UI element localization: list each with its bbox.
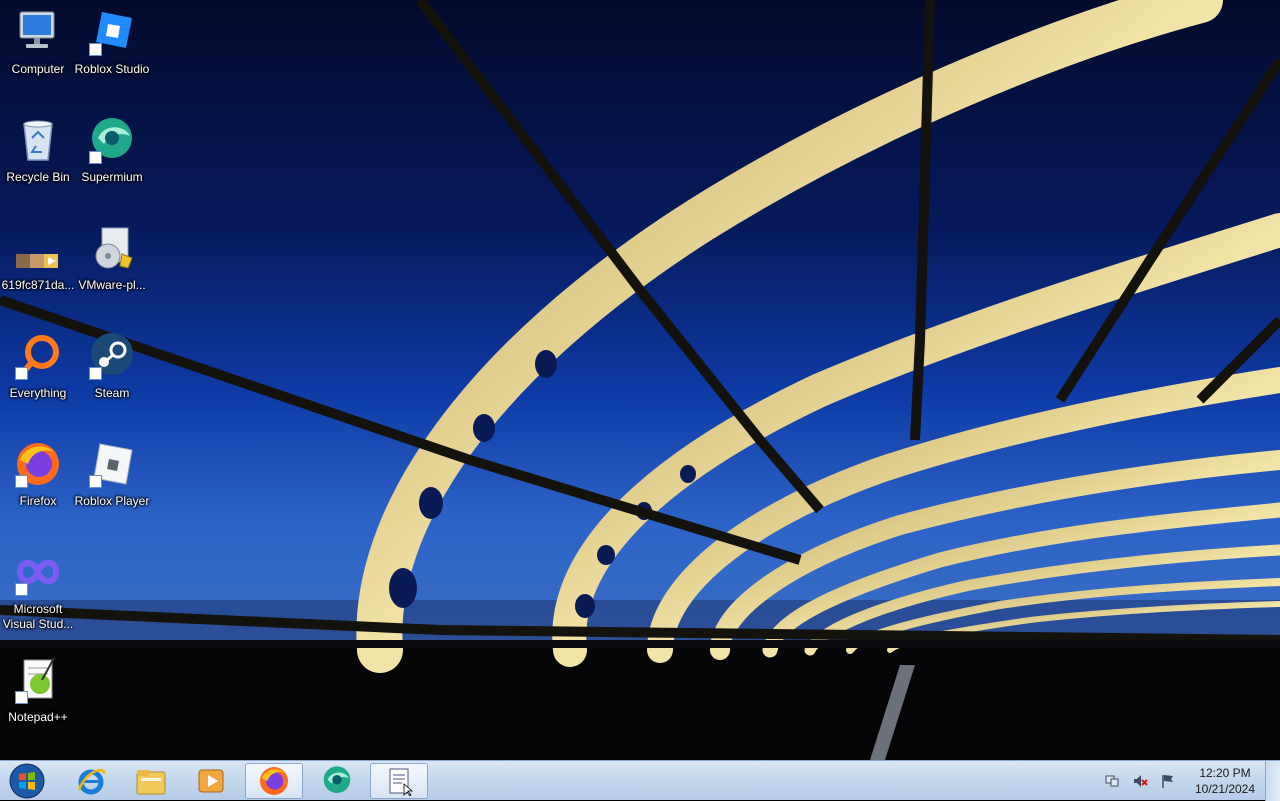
shortcut-arrow-icon [89, 43, 102, 56]
taskbar-notepad-window[interactable] [370, 763, 428, 799]
supermium-icon [323, 766, 351, 793]
video-file-icon [14, 224, 62, 272]
desktop-icon-computer[interactable]: Computer [0, 8, 76, 77]
desktop-icon-recycle-bin[interactable]: Recycle Bin [0, 116, 76, 185]
desktop-icon-label: Supermium [81, 170, 143, 184]
file-explorer-icon [136, 770, 166, 795]
desktop-wallpaper [0, 0, 1280, 768]
desktop-icon-label: Steam [94, 386, 130, 400]
notepad-document-icon [389, 768, 414, 796]
desktop-icon-firefox[interactable]: Firefox [0, 440, 76, 509]
visual-studio-icon [14, 548, 62, 596]
desktop-icon-label: Everything [9, 386, 67, 400]
desktop-icon-steam[interactable]: Steam [74, 332, 150, 401]
installer-icon [88, 224, 136, 272]
taskbar-internet-explorer[interactable] [62, 763, 120, 799]
supermium-icon [88, 116, 136, 164]
desktop-icon-label: Computer [11, 62, 65, 76]
internet-explorer-icon [77, 769, 106, 795]
desktop-icon-label: 619fc871da... [1, 278, 75, 292]
network-icon[interactable] [1104, 773, 1120, 789]
firefox-icon [14, 440, 62, 488]
shortcut-arrow-icon [15, 475, 28, 488]
media-player-icon [198, 769, 224, 793]
desktop-icon-label: Roblox Studio [74, 62, 150, 76]
desktop-icon-label: VMware-pl... [78, 278, 146, 292]
shortcut-arrow-icon [15, 367, 28, 380]
desktop-icon-label: Recycle Bin [6, 170, 70, 184]
shortcut-arrow-icon [15, 583, 28, 596]
clock-date: 10/21/2024 [1194, 782, 1256, 796]
desktop-icon-everything[interactable]: Everything [0, 332, 76, 401]
roblox-player-icon [88, 440, 136, 488]
system-tray: 12:20 PM 10/21/2024 [1098, 761, 1258, 801]
desktop-icon-label: Notepad++ [8, 710, 68, 724]
taskbar-firefox[interactable] [245, 763, 303, 799]
desktop-icon-notepad-plus-plus[interactable]: Notepad++ [0, 656, 76, 725]
action-center-flag-icon[interactable] [1160, 773, 1176, 789]
shortcut-arrow-icon [15, 691, 28, 704]
taskbar: 12:20 PM 10/21/2024 [0, 760, 1280, 801]
recycle-bin-icon [14, 116, 62, 164]
roblox-studio-icon [88, 8, 136, 56]
start-button[interactable] [0, 763, 54, 799]
notepad-plus-plus-icon [14, 656, 62, 704]
taskbar-file-explorer[interactable] [122, 763, 180, 799]
desktop-icon-label: Roblox Player [74, 494, 150, 508]
everything-search-icon [14, 332, 62, 380]
show-desktop-button[interactable] [1265, 761, 1280, 801]
desktop-icon-vmware[interactable]: VMware-pl... [74, 224, 150, 293]
desktop-icon-roblox-player[interactable]: Roblox Player [74, 440, 150, 509]
firefox-icon [260, 767, 288, 795]
desktop-icon-label: Firefox [19, 494, 57, 508]
desktop-icon-label: Microsoft Visual Stud... [2, 602, 74, 631]
desktop-icon-roblox-studio[interactable]: Roblox Studio [74, 8, 150, 77]
desktop-icon-619fc871da[interactable]: 619fc871da... [0, 224, 76, 293]
clock-time: 12:20 PM [1199, 766, 1251, 780]
clock[interactable]: 12:20 PM 10/21/2024 [1192, 765, 1258, 797]
steam-icon [88, 332, 136, 380]
taskbar-supermium[interactable] [308, 763, 366, 799]
windows-orb-icon [9, 763, 45, 799]
computer-icon [14, 8, 62, 56]
desktop-icon-visual-studio[interactable]: Microsoft Visual Stud... [0, 548, 76, 632]
shortcut-arrow-icon [89, 151, 102, 164]
shortcut-arrow-icon [89, 367, 102, 380]
volume-muted-icon[interactable] [1132, 773, 1148, 789]
taskbar-media-player[interactable] [182, 763, 240, 799]
shortcut-arrow-icon [89, 475, 102, 488]
desktop-icon-supermium[interactable]: Supermium [74, 116, 150, 185]
